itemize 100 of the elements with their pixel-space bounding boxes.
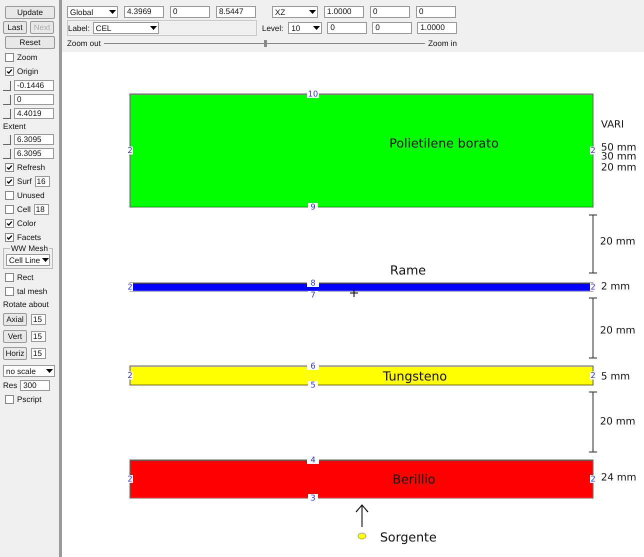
surface-number: 2 [127,371,133,380]
dropdown-arrow-icon [42,258,50,262]
surface-number: 5 [308,380,318,390]
checkbox-label: Surf [17,177,32,186]
toolbar-dropdown[interactable]: Global [67,6,118,18]
rotate-button[interactable]: Vert [3,330,27,342]
dimension-label: 20 mm [600,236,636,248]
checkbox[interactable] [5,53,14,62]
zoom-out-label: Zoom out [67,39,101,48]
dropdown-arrow-icon [109,10,116,14]
checkbox-label: Cell [17,205,31,214]
checkbox-label: Refresh [17,163,46,172]
number-field[interactable]: 4.4019 [14,108,54,119]
number-field[interactable]: 0 [14,94,54,105]
coordinate-field[interactable]: 0 [372,22,412,34]
section-label: Extent [3,122,27,131]
number-field[interactable]: 15 [31,330,46,342]
coordinate-field[interactable]: 1.0000 [324,6,364,18]
coordinate-field[interactable]: 4.3969 [124,6,164,18]
checkbox[interactable] [5,205,14,214]
surface-number: 9 [308,202,318,212]
slider-thumb[interactable] [264,40,268,47]
number-field[interactable]: 6.3095 [14,134,54,145]
dropdown-arrow-icon [46,369,53,373]
checkbox[interactable] [5,233,14,242]
surface-number: 2 [127,282,133,292]
source-icon [358,532,366,540]
checkbox-label: Facets [17,233,42,242]
rotate-button[interactable]: Axial [3,312,27,326]
number-field[interactable]: 15 [31,348,46,358]
surface-number: 2 [590,371,596,380]
material-label: Berillio [392,472,436,486]
mesh-dropdown[interactable]: Cell Line [6,254,50,266]
number-field[interactable]: 16 [34,176,50,187]
source-label: Sorgente [380,530,437,544]
number-field[interactable]: -0.1446 [14,80,54,91]
checkbox[interactable] [5,395,14,404]
number-field[interactable]: 6.3095 [14,148,54,159]
material-label: Tungsteno [382,368,448,384]
dimension-bar [588,298,598,358]
coordinate-field[interactable]: 8.5447 [216,6,256,18]
section-label: Rotate about [3,300,50,309]
zoom-in-label: Zoom in [428,39,457,48]
surface-number: 6 [307,362,319,370]
coordinate-field[interactable]: 0 [327,22,368,34]
surface-number: 2 [590,474,596,484]
dimension-label: 30 mm [601,152,636,162]
scale-dropdown[interactable]: no scale [3,365,55,377]
field-label: Res [3,381,18,390]
coordinate-field[interactable]: 0 [370,6,410,18]
number-field[interactable]: 300 [20,380,50,391]
label-caption: Label: [68,24,90,32]
dropdown-arrow-icon [150,26,157,30]
sidebar-button[interactable]: Update [5,6,55,19]
checkbox-label: Color [17,219,36,228]
checkbox[interactable] [5,163,14,172]
coordinate-field[interactable]: 1.0000 [417,22,458,34]
dimension-label: 2 mm [601,282,630,292]
dimension-label: 20 mm [600,416,636,428]
dimension-label: VARI [601,120,624,130]
toolbar-dropdown[interactable]: XZ [272,6,318,18]
arrow-icon [356,504,368,528]
number-field[interactable]: 18 [34,204,49,215]
checkbox[interactable] [5,191,14,200]
checkbox[interactable] [5,219,14,228]
surface-number: 2 [127,474,133,484]
surface-number: 2 [127,146,133,155]
sidebar-button[interactable]: Last [3,21,27,34]
checkbox[interactable] [5,67,14,76]
surface-number: 2 [590,146,596,155]
rotate-button[interactable]: Horiz [3,346,27,360]
material-label: Rame [390,262,426,278]
checkbox-label: Origin [17,67,38,76]
sidebar-button[interactable]: Reset [5,36,55,49]
group-title: WW Mesh [10,244,49,253]
checkbox-label: tal mesh [17,287,48,296]
crosshair-icon [350,288,358,298]
checkbox[interactable] [5,287,14,296]
checkbox[interactable] [5,177,14,186]
coordinate-field[interactable]: 0 [170,6,210,18]
dimension-label: 5 mm [601,372,630,382]
checkbox[interactable] [5,273,14,282]
surface-number: 8 [307,278,319,288]
dimension-label: 20 mm [601,162,636,174]
level-dropdown[interactable]: 10 [288,22,322,34]
surface-number: 3 [308,494,318,502]
checkbox-label: Unused [17,191,45,200]
surface-number: 2 [590,282,596,292]
level-caption: Level: [262,24,284,32]
dimension-label: 50 mm [601,142,636,154]
surface-number: 4 [307,456,319,464]
dimension-label: 24 mm [601,472,636,484]
dimension-bar [588,392,598,452]
checkbox-label: Zoom [17,53,38,62]
coordinate-field[interactable]: 0 [416,6,456,18]
label-dropdown[interactable]: CEL [92,22,159,34]
surface-number: 7 [308,290,318,300]
material-label: Polietilene borato [389,136,499,150]
number-field[interactable]: 15 [31,314,46,324]
checkbox-label: Rect [17,273,34,282]
